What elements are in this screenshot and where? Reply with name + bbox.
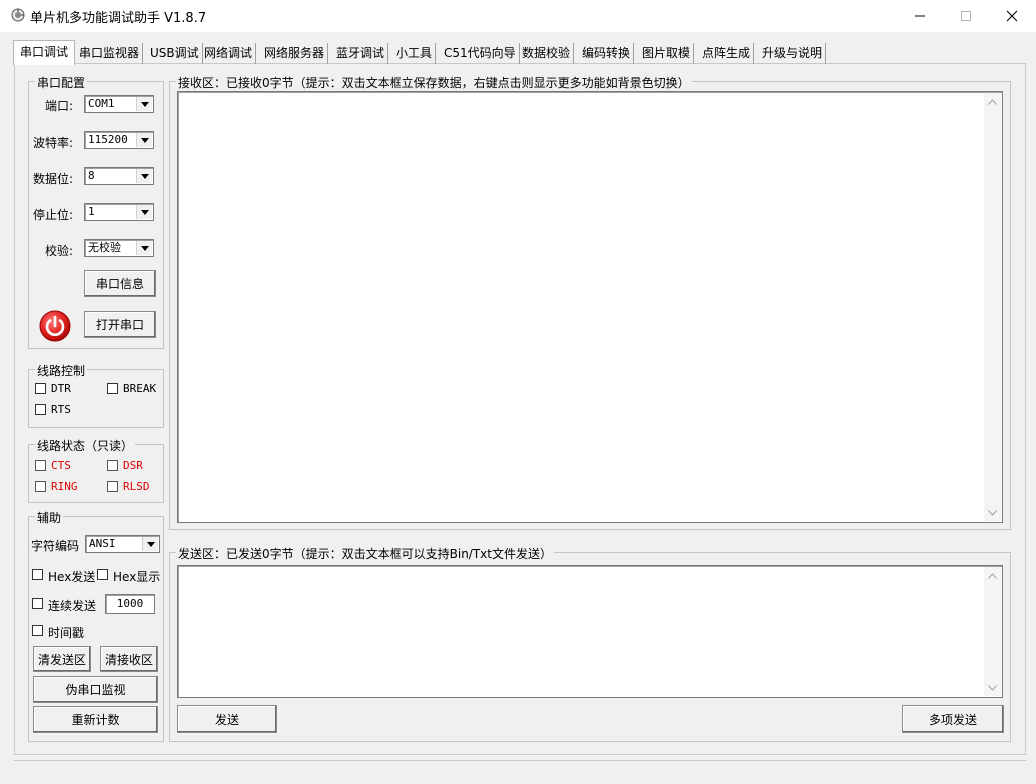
tab-data-checksum[interactable]: 数据校验 [519,43,575,64]
encoding-select[interactable]: ANSI [85,535,160,553]
line-status-group: 线路状态（只读） [28,437,164,503]
aux-title: 辅助 [35,509,64,526]
rts-checkbox[interactable] [35,404,46,415]
tab-tools[interactable]: 小工具 [393,43,437,64]
continuous-send-checkbox[interactable] [32,598,43,609]
break-label: BREAK [123,382,157,395]
parity-select[interactable]: 无校验 [84,239,154,257]
multi-send-button[interactable]: 多项发送 [902,705,1004,733]
tab-network-server[interactable]: 网络服务器 [261,43,329,64]
line-control-title: 线路控制 [35,362,88,379]
tab-image-to-bitmap[interactable]: 图片取模 [639,43,695,64]
timestamp-label: 时间戳 [48,626,85,640]
open-serial-button[interactable]: 打开串口 [84,311,156,338]
send-textarea[interactable] [177,565,1003,698]
hex-send-checkbox[interactable] [32,569,43,580]
encoding-label: 字符编码 [31,539,80,553]
dsr-checkbox [107,460,118,471]
serial-config-title: 串口配置 [35,74,88,91]
tab-upgrade-help[interactable]: 升级与说明 [759,43,827,64]
fake-serial-monitor-button[interactable]: 伪串口监视 [33,676,158,703]
rts-label: RTS [51,403,71,416]
chevron-down-icon [136,241,152,255]
app-icon [11,8,25,22]
chevron-down-icon [136,169,152,183]
scroll-up-icon[interactable] [984,567,1001,584]
tab-usb-debug[interactable]: USB调试 [147,43,203,64]
continuous-send-label: 连续发送 [48,599,97,613]
cts-label: CTS [51,459,71,472]
dtr-checkbox[interactable] [35,383,46,394]
scroll-down-icon[interactable] [984,504,1001,521]
hex-display-label: Hex显示 [113,570,161,584]
line-control-group: 线路控制 [28,362,164,428]
dsr-label: DSR [123,459,143,472]
minimize-button[interactable] [897,0,943,32]
parity-label: 校验: [45,244,74,258]
tab-serial-monitor[interactable]: 串口监视器 [76,43,144,64]
hex-display-checkbox[interactable] [97,569,108,580]
chevron-down-icon [136,97,152,111]
send-button[interactable]: 发送 [177,705,277,733]
clear-receive-button[interactable]: 清接收区 [100,646,158,672]
rlsd-label: RLSD [123,480,150,493]
tab-dot-matrix[interactable]: 点阵生成 [699,43,755,64]
chevron-down-icon [136,133,152,147]
tab-c51-wizard[interactable]: C51代码向导 [441,43,520,64]
ring-checkbox [35,481,46,492]
reset-count-button[interactable]: 重新计数 [33,706,158,733]
send-title: 发送区：已发送0字节（提示：双击文本框可以支持Bin/Txt文件发送） [176,545,554,562]
clear-send-button[interactable]: 清发送区 [33,646,91,672]
dtr-label: DTR [51,382,71,395]
line-status-title: 线路状态（只读） [35,437,136,454]
chevron-down-icon [136,205,152,219]
databits-select[interactable]: 8 [84,167,154,185]
receive-textarea[interactable] [177,91,1003,523]
tab-network-debug[interactable]: 网络调试 [201,43,257,64]
maximize-button[interactable] [943,0,989,32]
tab-bluetooth-debug[interactable]: 蓝牙调试 [333,43,389,64]
stopbits-select[interactable]: 1 [84,203,154,221]
status-separator [14,760,1026,761]
title-bar: 单片机多功能调试助手 V1.8.7 [0,0,1036,32]
break-checkbox[interactable] [107,383,118,394]
close-button[interactable] [989,0,1035,32]
stopbits-label: 停止位: [33,208,74,222]
baud-label: 波特率: [33,136,74,150]
power-icon[interactable] [39,310,71,342]
scroll-down-icon[interactable] [984,679,1001,696]
receive-scrollbar[interactable] [984,93,1001,521]
ring-label: RING [51,480,78,493]
hex-send-label: Hex发送 [48,570,96,584]
window-title: 单片机多功能调试助手 V1.8.7 [30,11,207,26]
timestamp-checkbox[interactable] [32,625,43,636]
scroll-up-icon[interactable] [984,93,1001,110]
send-interval-input[interactable]: 1000 [105,594,155,614]
receive-title: 接收区：已接收0字节（提示：双击文本框立保存数据，右键点击则显示更多功能如背景色… [176,74,692,91]
baud-select[interactable]: 115200 [84,131,154,149]
port-label: 端口: [45,99,74,113]
cts-checkbox [35,460,46,471]
send-scrollbar[interactable] [984,567,1001,696]
tab-serial-debug[interactable]: 串口调试 [13,40,76,65]
rlsd-checkbox [107,481,118,492]
databits-label: 数据位: [33,172,74,186]
serial-info-button[interactable]: 串口信息 [84,270,156,297]
tab-encoding-convert[interactable]: 编码转换 [579,43,635,64]
port-select[interactable]: COM1 [84,95,154,113]
chevron-down-icon [142,537,158,551]
